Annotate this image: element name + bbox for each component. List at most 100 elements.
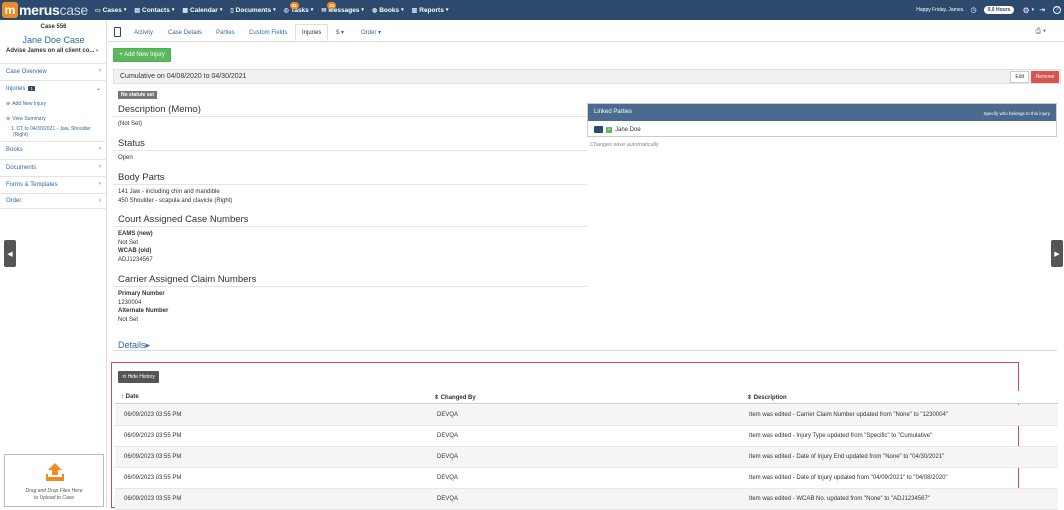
table-row: 06/09/2023 03:55 PM DEVQA Item was edite… (115, 447, 1058, 468)
print-icon[interactable]: ⎙ ▾ (1036, 28, 1047, 36)
statute-badge: No statute set (118, 91, 158, 99)
file-upload-dropzone[interactable]: Drag and Drop Files Here to Upload to Cas… (4, 454, 104, 507)
gear-icon[interactable]: ⚙ (1022, 6, 1029, 15)
row-changed-by: DEVQA (437, 475, 459, 481)
next-arrow-button[interactable]: ▶ (1051, 240, 1063, 267)
remove-button[interactable]: Remove (1031, 71, 1059, 83)
row-changed-by: DEVQA (437, 433, 459, 439)
logo-text: meruscase (19, 2, 88, 18)
previous-arrow-button[interactable]: ◀ (4, 240, 16, 267)
table-row: 06/09/2023 03:55 PM DEVQA Item was edite… (115, 426, 1058, 447)
logo-mark: m (2, 2, 18, 18)
history-section: ⟲ Hide History ↑ Date ⇕ Changed By ⇕ Des… (111, 362, 1058, 510)
chart-icon: ▥ (411, 7, 418, 14)
tab-billing[interactable]: $ ▾ (336, 24, 344, 41)
tab-parties[interactable]: Parties (216, 24, 235, 41)
books-icon: ◍ (371, 7, 378, 14)
injury-title: Cumulative on 04/08/2020 to 04/30/2021 (120, 73, 247, 80)
table-row: 06/09/2023 03:55 PM DEVQA Item was edite… (115, 489, 1058, 510)
case-number: Case 556 (40, 24, 67, 30)
body-parts-heading: Body Parts (118, 172, 165, 183)
description-heading: Description (Memo) (118, 104, 201, 115)
nav-reports[interactable]: ▥ Reports ▾ (412, 7, 449, 14)
sidebar-item-books[interactable]: Books ‹ (0, 141, 107, 157)
sort-changed-by-header[interactable]: ⇕ Changed By (434, 394, 476, 401)
caret-right-icon: ▸ (145, 340, 151, 350)
chevron-down-icon: ▾ (361, 7, 364, 13)
sidebar-item-injuries[interactable]: Injuries 1 ⌄ (0, 80, 107, 96)
row-description: Item was edited - Date of Injury updated… (749, 475, 948, 481)
sidebar-item-forms-templates[interactable]: Forms & Templates ‹ (0, 176, 107, 192)
tab-custom-fields[interactable]: Custom Fields (249, 24, 287, 41)
chevron-down-icon: ▾ (123, 7, 127, 13)
status-value: Open (118, 155, 133, 161)
sidebar-item-case-overview[interactable]: Case Overview ‹ (0, 63, 107, 79)
sidebar-item-order[interactable]: Order ‹ (0, 193, 107, 209)
row-changed-by: DEVQA (437, 454, 459, 460)
merus-logo[interactable]: m meruscase (2, 1, 88, 19)
linked-parties-hint: Specify who belongs to this injury (983, 111, 1050, 116)
linked-party-row[interactable]: ✓ Jane Doe (594, 126, 641, 133)
divider (113, 226, 587, 227)
chevron-down-icon: ⌄ (95, 86, 101, 92)
sort-description-header[interactable]: ⇕ Description (747, 394, 787, 401)
nav-messages[interactable]: ✉ 31 Messages ▾ (321, 1, 364, 14)
case-advise-text[interactable]: Advise James on all client co... › (6, 48, 106, 54)
autosave-note: Changes save automatically (590, 142, 659, 148)
history-table-header: ↑ Date ⇕ Changed By ⇕ Description (115, 391, 1058, 404)
chevron-down-icon: ▾ (401, 7, 404, 13)
tab-activity[interactable]: Activity (134, 24, 153, 41)
nav-calendar[interactable]: ▦ Calendar ▾ (182, 7, 222, 14)
sidebar-add-injury-link[interactable]: ⊕ Add New Injury (6, 101, 46, 107)
divider (113, 286, 587, 287)
row-description: Item was edited - WCAB No. updated from … (749, 496, 930, 502)
tab-injuries[interactable]: Injuries (295, 24, 329, 41)
sidebar-injury-item[interactable]: 1. CT to 04/30/2021 - Jaw, Shoulder (Righ… (11, 126, 91, 138)
help-icon[interactable]: ? (1053, 6, 1061, 14)
divider (113, 150, 587, 151)
mail-icon: ✉ (321, 7, 327, 14)
upload-instructions: Drag and Drop Files Here to Upload to Cas… (25, 488, 83, 501)
case-file-icon[interactable] (114, 27, 121, 37)
logout-icon[interactable]: ⇥ (1039, 6, 1045, 14)
chevron-left-icon: ‹ (99, 68, 101, 74)
chevron-down-icon[interactable]: ▾ (1032, 7, 1035, 13)
nav-cases[interactable]: ▭ Cases ▾ (95, 7, 126, 14)
edit-button[interactable]: Edit (1010, 71, 1029, 83)
nav-contacts[interactable]: ▤ Contacts ▾ (134, 7, 174, 14)
greeting-text: Happy Friday, James. (916, 7, 965, 13)
nav-tasks[interactable]: ◎ 34 Tasks ▾ (283, 1, 313, 14)
add-new-injury-button[interactable]: + Add New Injury (113, 48, 171, 62)
court-numbers-list: EAMS (new) Not Set WCAB (old) ADJ1234567 (118, 231, 153, 263)
clock-icon[interactable]: ◷ (971, 6, 977, 14)
carrier-numbers-heading: Carrier Assigned Claim Numbers (118, 274, 257, 285)
divider (113, 116, 587, 117)
party-checkbox[interactable]: ✓ (606, 126, 612, 133)
row-date: 06/09/2023 03:55 PM (124, 475, 182, 481)
table-row: 06/09/2023 03:55 PM DEVQA Item was edite… (115, 468, 1058, 489)
row-date: 06/09/2023 03:55 PM (124, 412, 182, 418)
chevron-left-icon: ‹ (99, 164, 101, 170)
tasks-icon: ◎ (283, 7, 289, 14)
hide-history-button[interactable]: ⟲ Hide History (118, 371, 159, 383)
linked-parties-panel: Linked Parties Specify who belongs to th… (587, 103, 1057, 137)
sidebar-item-documents[interactable]: Documents ‹ (0, 159, 107, 175)
chevron-down-icon: ▾ (171, 7, 175, 13)
court-numbers-heading: Court Assigned Case Numbers (118, 214, 249, 225)
divider (113, 184, 587, 185)
sort-icon: ⇕ (434, 395, 441, 401)
hours-timer-button[interactable]: 0.0 Hours (983, 6, 1015, 14)
chevron-left-icon: ‹ (99, 198, 101, 204)
description-value: (Not Set) (118, 121, 143, 127)
nav-books[interactable]: ◍ Books ▾ (372, 7, 404, 14)
document-icon: ▯ (230, 7, 234, 14)
nav-documents[interactable]: ▯ Documents ▾ (230, 7, 275, 14)
tab-case-details[interactable]: Case Details (168, 24, 202, 41)
case-name-link[interactable]: Jane Doe Case (0, 35, 107, 45)
plus-icon: ⊕ (6, 101, 11, 107)
sidebar-view-summary-link[interactable]: ⊛ View Summary (6, 116, 46, 122)
top-right-tools: Happy Friday, James. ◷ 0.0 Hours ⚙ ▾ ⇥ ? (916, 0, 1064, 20)
tab-order[interactable]: Order ▾ (361, 24, 381, 41)
sort-date-header[interactable]: ↑ Date (121, 394, 139, 400)
party-name: Jane Doe (615, 126, 641, 133)
